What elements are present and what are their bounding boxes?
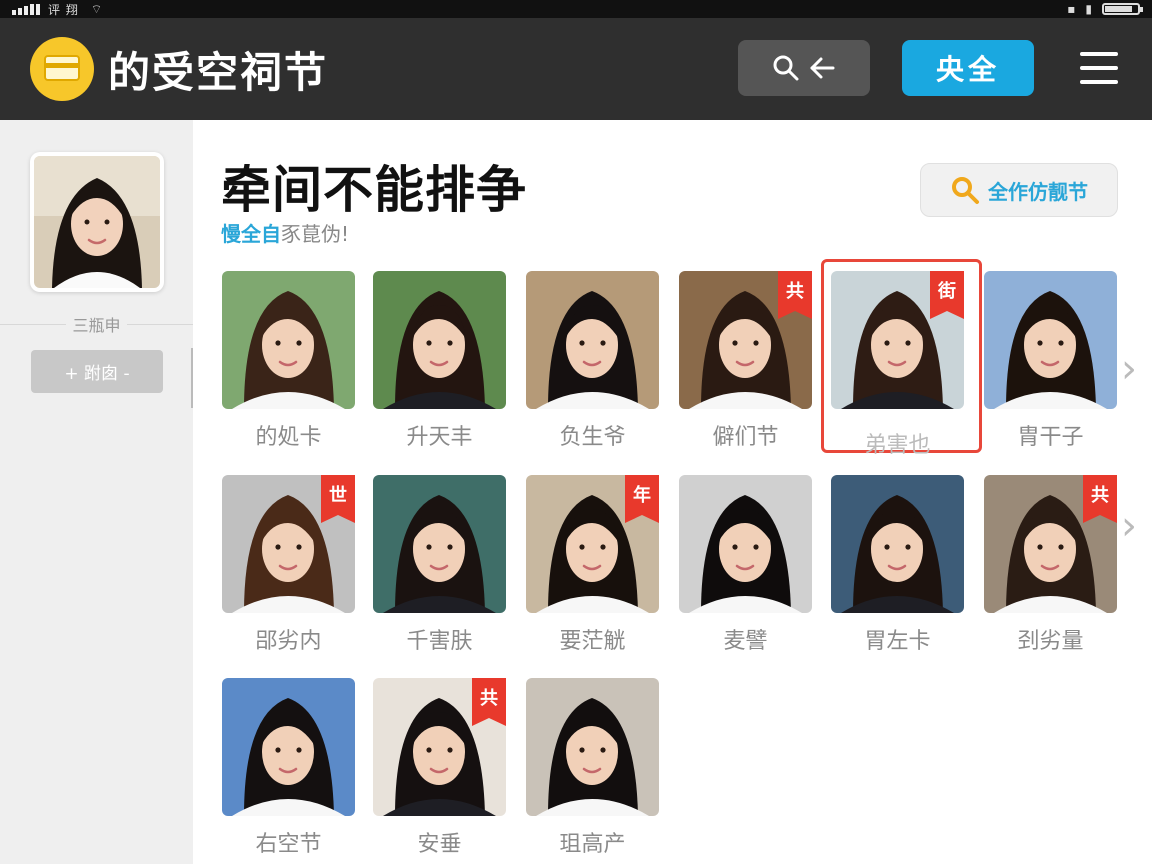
app-logo-icon [30,37,94,101]
profile-card[interactable]: 右空节 [222,678,355,857]
profile-name: 安垂 [417,832,462,857]
lock-icon: ▮ [1085,2,1092,16]
signal-icon [12,3,40,15]
profile-name: 珇高产 [559,832,626,857]
chevron-right-icon[interactable]: › [1121,349,1145,389]
hamburger-menu-icon[interactable] [1080,52,1118,84]
chevron-right-icon[interactable]: › [1121,506,1145,546]
profile-name: 弟害也 [864,433,931,458]
profile-tag-badge: 世 [321,475,355,523]
profile-name: 升天丰 [406,425,473,450]
profile-name: 千害肤 [406,629,473,654]
sidebar-label: 三瓶申 [0,312,193,336]
profile-photo [679,475,812,613]
page-title: 牵间不能排争 [221,161,527,219]
profile-card[interactable]: 胃左卡 [831,475,964,654]
profile-card[interactable]: 刭劣量 共 [984,475,1117,654]
profile-photo [831,475,964,613]
profile-photo [222,678,355,816]
subtitle-text: 豕菎伪! [281,222,350,246]
wifi-icon: ⌔ [90,1,103,16]
profile-name: 胃左卡 [864,629,931,654]
status-bar: 评 翔 ⌔ ▪ ▮ [0,0,1152,18]
profile-photo [373,271,506,409]
search-button[interactable] [738,40,870,96]
profile-card[interactable]: 安垂 共 [373,678,506,857]
filter-button-label: 全作仿靓节 [988,179,1088,204]
profile-card[interactable]: 麦譬 [679,475,812,654]
profile-card[interactable]: 僻们节 共 [679,271,812,450]
profile-card[interactable]: 负生爷 [526,271,659,450]
profile-name: 麦譬 [723,629,768,654]
profile-photo [526,678,659,816]
profile-photo [222,271,355,409]
search-icon [952,177,979,204]
profile-name: 的処卡 [255,425,322,450]
profile-card[interactable]: 要茫觥 年 [526,475,659,654]
profile-tag-badge: 共 [1083,475,1117,523]
profile-photo [984,271,1117,409]
app-header: 的受空祠节 央全 [0,18,1152,120]
profile-card[interactable]: 胄干子 [984,271,1117,450]
profile-card[interactable]: 千害肤 [373,475,506,654]
profile-tag-badge: 年 [625,475,659,523]
profile-name: 右空节 [255,832,322,857]
main-content: 牵间不能排争 慢全自豕菎伪! 全作仿靓节 的処卡 升天丰 负生爷 僻们节共弟害也街胄干… [193,120,1152,864]
filter-button[interactable]: 全作仿靓节 [920,163,1118,217]
profile-name: 僻们节 [712,425,779,450]
profile-photo [526,271,659,409]
profile-tag-badge: 共 [778,271,812,319]
profile-card[interactable]: 郘劣内 世 [222,475,355,654]
avatar[interactable] [30,152,164,292]
primary-action-button[interactable]: 央全 [902,40,1034,96]
app-title: 的受空祠节 [108,47,329,97]
subtitle-accent: 慢全自 [221,222,281,246]
profile-tag-badge: 共 [472,678,506,726]
profile-name: 负生爷 [559,425,626,450]
profile-name: 胄干子 [1017,425,1084,450]
status-text: 评 翔 [48,2,79,17]
signal-strength-icon: ▪ [1067,2,1076,16]
search-icon [773,55,799,81]
profile-name: 刭劣量 [1017,629,1084,654]
sidebar: 三瓶申 + 跗囱 - [0,120,194,864]
battery-icon [1102,3,1143,15]
profile-card[interactable]: 升天丰 [373,271,506,450]
profile-name: 要茫觥 [559,629,626,654]
profile-name: 郘劣内 [255,629,322,654]
sidebar-button[interactable]: + 跗囱 - [31,350,163,393]
profile-card[interactable]: 弟害也 街 [821,259,982,458]
page-subtitle: 慢全自豕菎伪! [221,218,349,247]
profile-card[interactable]: 的処卡 [222,271,355,450]
profile-photo [373,475,506,613]
profile-tag-badge: 街 [930,271,964,319]
profile-card[interactable]: 珇高产 [526,678,659,857]
arrow-left-icon [810,57,835,79]
